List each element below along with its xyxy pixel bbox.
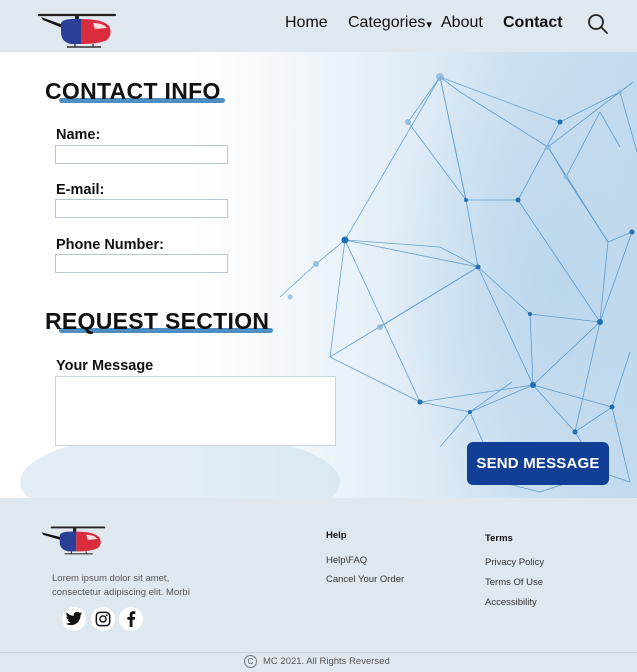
footer-divider: [0, 652, 637, 653]
nav-home[interactable]: Home: [285, 14, 328, 32]
footer-description: Lorem ipsum dolor sit amet, consectetur …: [52, 573, 190, 598]
helicopter-logo[interactable]: [40, 522, 106, 556]
terms-heading: Terms: [485, 533, 513, 544]
name-field[interactable]: [55, 145, 228, 164]
help-heading: Help: [326, 530, 347, 541]
privacy-policy-link[interactable]: Privacy Policy: [485, 557, 544, 568]
contact-section: CONTACT INFO Name: E-mail: Phone Number:…: [0, 52, 637, 498]
message-textarea[interactable]: [55, 376, 336, 446]
email-field[interactable]: [55, 199, 228, 218]
nav-contact[interactable]: Contact: [503, 14, 563, 32]
site-header: Home Categories▾ About Contact: [0, 0, 637, 52]
phone-label: Phone Number:: [56, 237, 164, 253]
help-faq-link[interactable]: Help\FAQ: [326, 555, 367, 566]
copyright-icon: C: [244, 655, 257, 668]
email-label: E-mail:: [56, 182, 105, 198]
send-message-button[interactable]: SEND MESSAGE: [467, 442, 609, 485]
name-label: Name:: [56, 127, 101, 143]
nav-categories-label: Categories: [348, 14, 426, 31]
copyright-text: MC 2021. All Rights Reversed: [263, 656, 390, 667]
site-footer: Lorem ipsum dolor sit amet, consectetur …: [0, 498, 637, 672]
facebook-icon: [127, 611, 136, 627]
facebook-link[interactable]: [119, 607, 143, 631]
contact-info-title: CONTACT INFO: [45, 78, 221, 104]
nav-about[interactable]: About: [441, 14, 483, 32]
accessibility-link[interactable]: Accessibility: [485, 597, 537, 608]
chevron-down-icon: ▾: [426, 19, 432, 31]
instagram-link[interactable]: [91, 607, 115, 631]
search-icon[interactable]: [586, 12, 610, 36]
message-label: Your Message: [56, 358, 154, 374]
request-section-heading: REQUEST SECTION: [45, 308, 274, 335]
nav-categories[interactable]: Categories▾: [348, 14, 432, 32]
copyright: C MC 2021. All Rights Reversed: [244, 655, 390, 668]
twitter-icon: [65, 611, 83, 626]
terms-of-use-link[interactable]: Terms Of Use: [485, 577, 543, 588]
helicopter-logo[interactable]: [37, 10, 117, 48]
twitter-link[interactable]: [62, 607, 86, 631]
contact-info-heading: CONTACT INFO: [45, 78, 225, 105]
cancel-order-link[interactable]: Cancel Your Order: [326, 574, 404, 585]
request-section-title: REQUEST SECTION: [45, 308, 270, 334]
phone-field[interactable]: [55, 254, 228, 273]
instagram-icon: [95, 611, 111, 627]
